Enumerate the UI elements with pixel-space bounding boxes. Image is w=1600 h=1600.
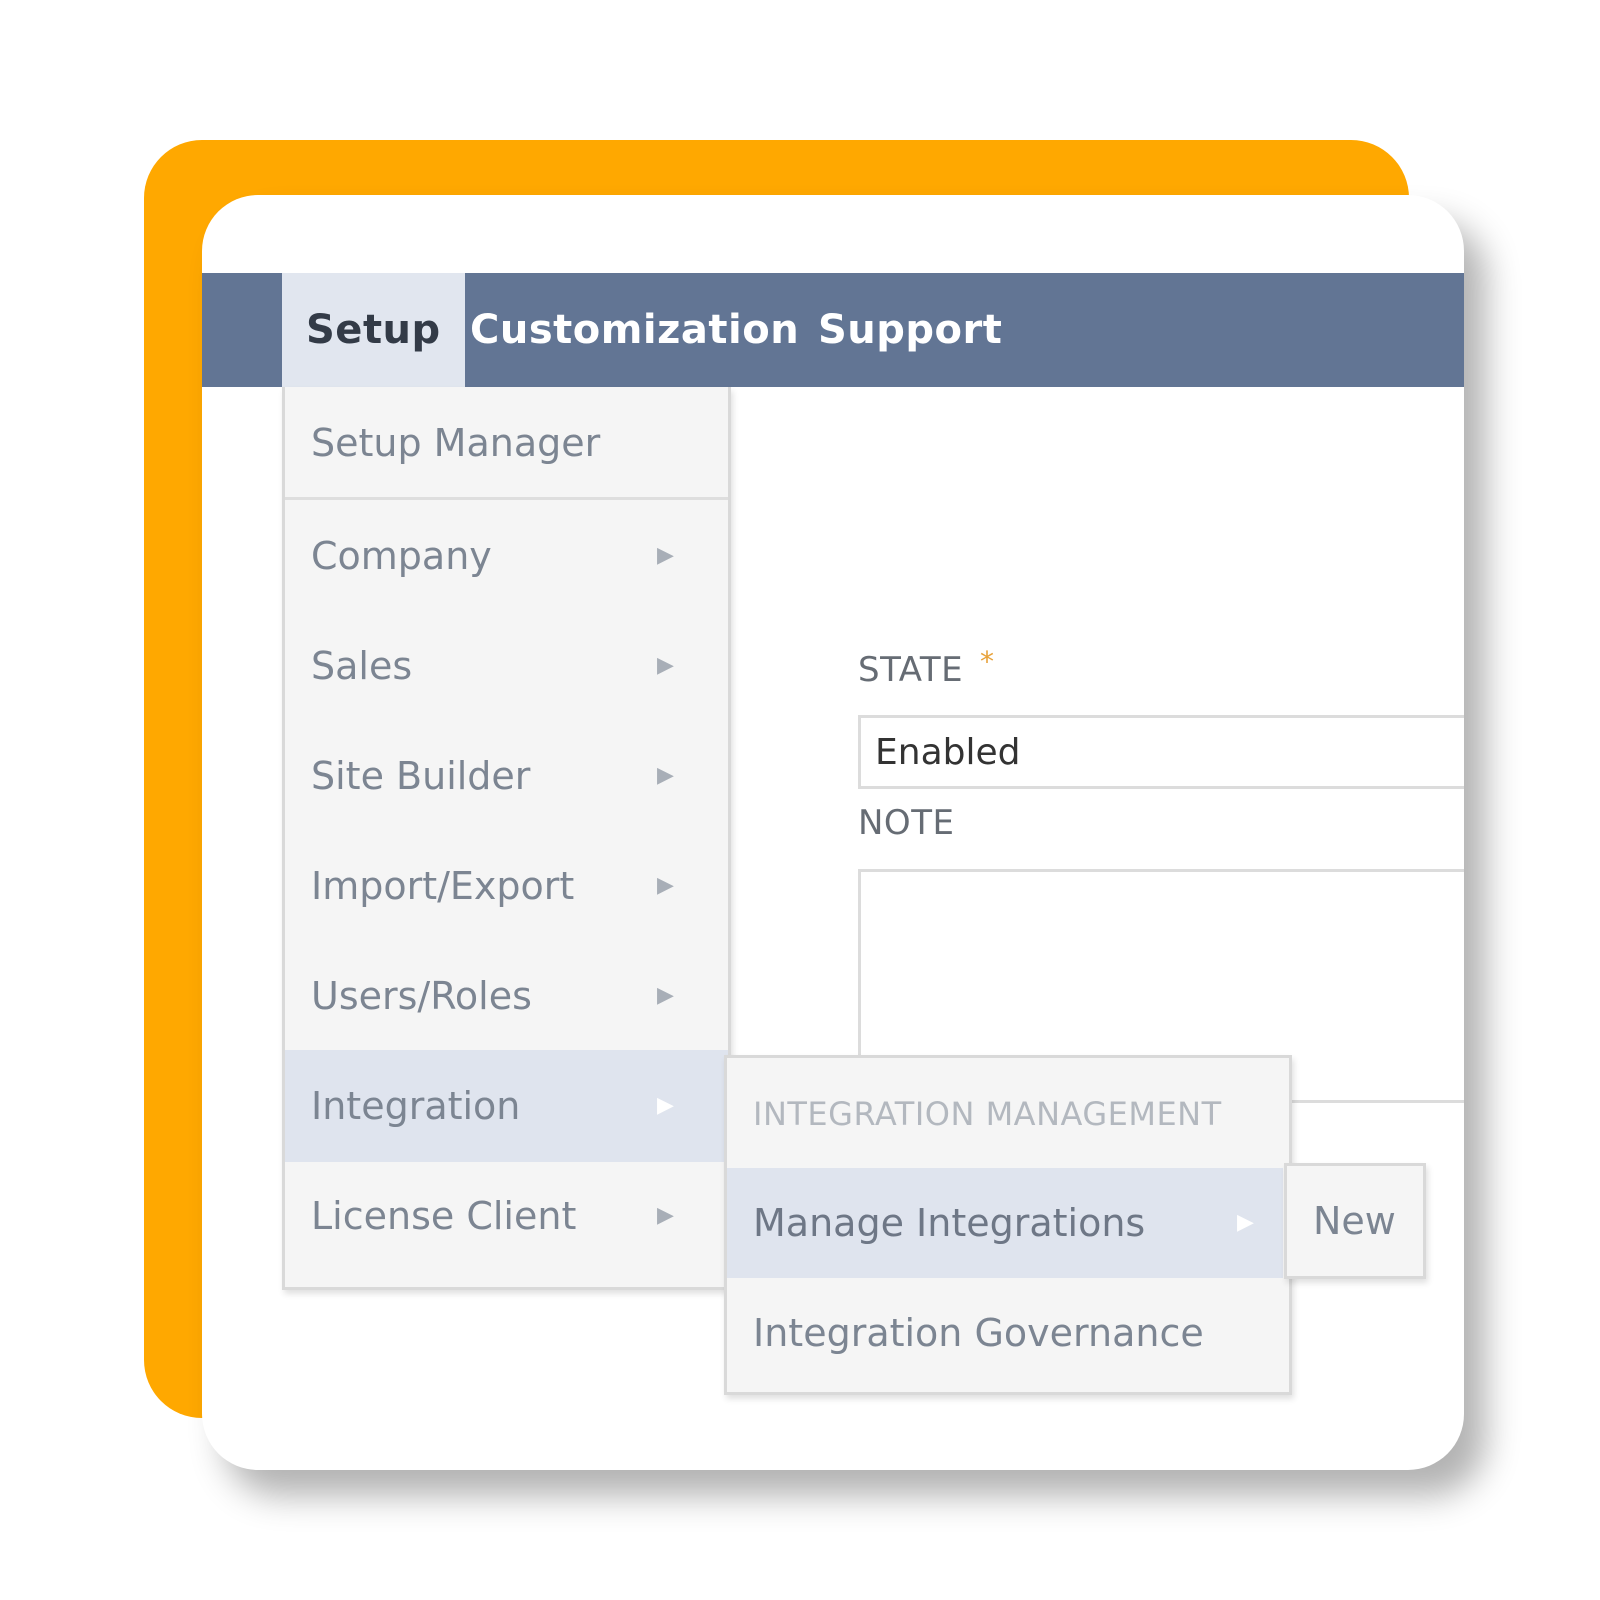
menu-item-manage-integrations[interactable]: Manage Integrations ▶ bbox=[727, 1168, 1283, 1278]
chevron-right-icon: ▶ bbox=[657, 873, 674, 898]
menu-item-integration[interactable]: Integration ▶ bbox=[285, 1050, 728, 1162]
menu-item-label: Sales bbox=[311, 644, 413, 688]
chevron-right-icon: ▶ bbox=[657, 983, 674, 1008]
menu-item-label: Site Builder bbox=[311, 754, 531, 798]
menu-item-license-client[interactable]: License Client ▶ bbox=[285, 1160, 728, 1272]
screenshot-card: Setup Customization Support STATE * Enab… bbox=[202, 195, 1464, 1470]
nav-tab-setup[interactable]: Setup bbox=[282, 273, 465, 387]
menu-item-label: Users/Roles bbox=[311, 974, 532, 1018]
menu-item-label: Setup Manager bbox=[311, 421, 601, 465]
menu-item-users-roles[interactable]: Users/Roles ▶ bbox=[285, 940, 728, 1052]
manage-integrations-flyout: New bbox=[1284, 1163, 1426, 1279]
menu-item-label: Integration bbox=[311, 1084, 521, 1128]
required-star-icon: * bbox=[980, 645, 994, 678]
chevron-right-icon: ▶ bbox=[657, 1093, 674, 1118]
menu-item-integration-governance[interactable]: Integration Governance bbox=[727, 1278, 1283, 1388]
setup-dropdown-menu: Setup Manager Company ▶ Sales ▶ Site Bui… bbox=[282, 387, 731, 1290]
chevron-right-icon: ▶ bbox=[1237, 1210, 1254, 1235]
chevron-right-icon: ▶ bbox=[657, 653, 674, 678]
menu-item-label: Company bbox=[311, 534, 492, 578]
submenu-section-header: INTEGRATION MANAGEMENT bbox=[753, 1095, 1222, 1133]
top-navbar: Setup Customization Support bbox=[202, 273, 1464, 387]
integration-submenu: INTEGRATION MANAGEMENT Manage Integratio… bbox=[724, 1055, 1292, 1395]
menu-item-label: Import/Export bbox=[311, 864, 575, 908]
stage: Setup Customization Support STATE * Enab… bbox=[0, 0, 1600, 1600]
state-select[interactable]: Enabled bbox=[858, 715, 1464, 789]
note-field-label: NOTE bbox=[858, 803, 955, 843]
nav-tab-support[interactable]: Support bbox=[818, 273, 1002, 387]
menu-item-import-export[interactable]: Import/Export ▶ bbox=[285, 830, 728, 942]
state-field-label: STATE bbox=[858, 650, 964, 690]
chevron-right-icon: ▶ bbox=[657, 1203, 674, 1228]
menu-item-setup-manager[interactable]: Setup Manager bbox=[285, 387, 728, 499]
state-select-value: Enabled bbox=[875, 732, 1021, 773]
menu-item-label: Integration Governance bbox=[753, 1311, 1204, 1355]
menu-item-site-builder[interactable]: Site Builder ▶ bbox=[285, 720, 728, 832]
nav-tab-customization[interactable]: Customization bbox=[470, 273, 799, 387]
menu-item-label: License Client bbox=[311, 1194, 577, 1238]
menu-item-sales[interactable]: Sales ▶ bbox=[285, 610, 728, 722]
chevron-right-icon: ▶ bbox=[657, 763, 674, 788]
menu-item-new[interactable]: New bbox=[1313, 1166, 1396, 1276]
chevron-right-icon: ▶ bbox=[657, 543, 674, 568]
menu-item-company[interactable]: Company ▶ bbox=[285, 500, 728, 612]
menu-item-label: Manage Integrations bbox=[753, 1201, 1146, 1245]
